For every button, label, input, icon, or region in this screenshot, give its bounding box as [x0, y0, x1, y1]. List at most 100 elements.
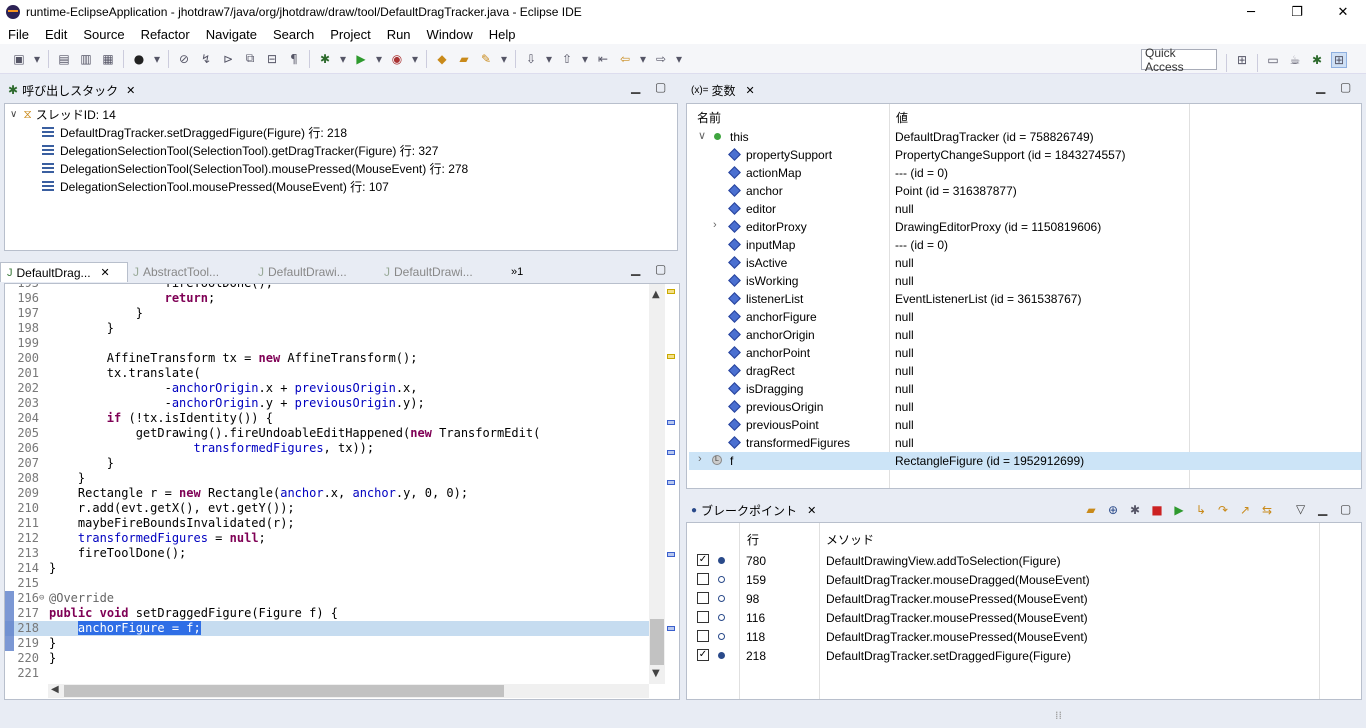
variable-row[interactable]: › editorProxy DrawingEditorProxy (id = 115…: [689, 218, 1361, 236]
next-annotation-dropdown-icon[interactable]: ▾: [545, 51, 553, 67]
overview-occurrence-marker[interactable]: [667, 450, 675, 455]
back-dropdown-icon[interactable]: ▾: [639, 51, 647, 67]
code-line[interactable]: 215: [5, 576, 649, 591]
line-number[interactable]: 200: [5, 351, 39, 366]
breakpoint-checkbox[interactable]: [697, 630, 709, 642]
variable-row[interactable]: inputMap --- (id = 0): [689, 236, 1361, 254]
scrollbar-thumb[interactable]: [64, 685, 504, 697]
line-number[interactable]: 211: [5, 516, 39, 531]
new-dropdown-icon[interactable]: ▾: [33, 51, 41, 67]
code-line[interactable]: 200 AffineTransform tx = new AffineTrans…: [5, 351, 649, 366]
variable-row[interactable]: previousOrigin null: [689, 398, 1361, 416]
step-into-icon[interactable]: ↳: [1193, 502, 1209, 518]
scrollbar-thumb[interactable]: [650, 619, 664, 665]
tab-overflow-button[interactable]: »1: [511, 262, 523, 282]
breakpoint-row[interactable]: 116 DefaultDragTracker.mousePressed(Mouse…: [689, 608, 1361, 627]
variable-row[interactable]: previousPoint null: [689, 416, 1361, 434]
breakpoint-row[interactable]: ✓ 218 DefaultDragTracker.setDraggedFigure(…: [689, 646, 1361, 665]
overview-occurrence-marker[interactable]: [667, 480, 675, 485]
close-button[interactable]: ✕: [1320, 0, 1366, 24]
line-number[interactable]: 214: [5, 561, 39, 576]
step-over-icon[interactable]: ↷: [1215, 502, 1231, 518]
print-icon[interactable]: ▦: [100, 51, 116, 67]
code-line[interactable]: 201 tx.translate(: [5, 366, 649, 381]
last-edit-icon[interactable]: ⇤: [595, 51, 611, 67]
variable-row[interactable]: propertySupport PropertyChangeSupport (id…: [689, 146, 1361, 164]
breakpoints-tab[interactable]: ● ブレークポイント ✕: [691, 500, 816, 520]
line-number[interactable]: 201: [5, 366, 39, 381]
variable-row[interactable]: transformedFigures null: [689, 434, 1361, 452]
minimize-icon[interactable]: ▁: [1316, 80, 1325, 94]
breakpoint-row[interactable]: 118 DefaultDragTracker.mousePressed(Mouse…: [689, 627, 1361, 646]
open-folder-icon[interactable]: ▰: [1083, 502, 1099, 518]
variable-row[interactable]: isDragging null: [689, 380, 1361, 398]
line-number[interactable]: 215: [5, 576, 39, 591]
scroll-left-icon[interactable]: ◀: [51, 684, 59, 695]
line-number[interactable]: 198: [5, 321, 39, 336]
line-number[interactable]: 207: [5, 456, 39, 471]
quick-access-field[interactable]: Quick Access: [1141, 46, 1217, 74]
code-line[interactable]: 206 transformedFigures, tx));: [5, 441, 649, 456]
breakpoint-checkbox[interactable]: [697, 592, 709, 604]
variable-row[interactable]: anchorPoint null: [689, 344, 1361, 362]
prev-annotation-icon[interactable]: ⇧: [559, 51, 575, 67]
code-line[interactable]: 211 maybeFireBoundsInvalidated(r);: [5, 516, 649, 531]
overview-warning-marker[interactable]: [667, 289, 675, 294]
forward-icon[interactable]: ⇨: [653, 51, 669, 67]
code-line[interactable]: 204 if (!tx.isIdentity()) {: [5, 411, 649, 426]
breakpoint-row[interactable]: 98 DefaultDragTracker.mousePressed(MouseE…: [689, 589, 1361, 608]
forward-dropdown-icon[interactable]: ▾: [675, 51, 683, 67]
close-icon[interactable]: ✕: [746, 84, 755, 97]
code-line[interactable]: 214}: [5, 561, 649, 576]
line-number[interactable]: 196: [5, 291, 39, 306]
variables-tab[interactable]: (x)= 変数 ✕: [691, 80, 755, 100]
thread-row[interactable]: ∨ ⧖ スレッドID: 14: [10, 105, 116, 123]
line-number[interactable]: 197: [5, 306, 39, 321]
view-menu-icon[interactable]: ▽: [1296, 502, 1305, 516]
code-line[interactable]: 221: [5, 666, 649, 681]
add-java-exception-icon[interactable]: ⊕: [1105, 502, 1121, 518]
line-number[interactable]: 203: [5, 396, 39, 411]
vertical-scrollbar[interactable]: ▲ ▼: [649, 284, 665, 684]
code-line[interactable]: 199: [5, 336, 649, 351]
line-number[interactable]: 210: [5, 501, 39, 516]
line-number[interactable]: 205: [5, 426, 39, 441]
variable-row[interactable]: › Lf RectangleFigure (id = 1952912699): [689, 452, 1361, 470]
resume-icon[interactable]: ▶: [1171, 502, 1187, 518]
menu-search[interactable]: Search: [265, 27, 322, 42]
code-line[interactable]: 217 public void setDraggedFigure(Figure f…: [5, 606, 649, 621]
code-line[interactable]: 219}: [5, 636, 649, 651]
line-number[interactable]: 202: [5, 381, 39, 396]
minimize-button[interactable]: ─: [1228, 0, 1274, 24]
menu-run[interactable]: Run: [379, 27, 419, 42]
editor-tab[interactable]: J DefaultDrawi...: [384, 262, 473, 282]
stack-frame[interactable]: DelegationSelectionTool.mousePressed(Mou…: [42, 177, 389, 195]
line-number[interactable]: 220: [5, 651, 39, 666]
line-number[interactable]: 208: [5, 471, 39, 486]
maximize-icon[interactable]: ▢: [655, 80, 666, 94]
variable-row[interactable]: anchorOrigin null: [689, 326, 1361, 344]
overview-occurrence-marker[interactable]: [667, 420, 675, 425]
variable-row[interactable]: ∨ this DefaultDragTracker (id = 758826749): [689, 128, 1361, 146]
callstack-tab[interactable]: ✱ 呼び出しスタック ✕: [8, 80, 135, 100]
variable-row[interactable]: actionMap --- (id = 0): [689, 164, 1361, 182]
menu-file[interactable]: File: [0, 27, 37, 42]
chevron-down-icon[interactable]: ∨: [10, 109, 17, 120]
menu-edit[interactable]: Edit: [37, 27, 75, 42]
menu-window[interactable]: Window: [419, 27, 481, 42]
menu-source[interactable]: Source: [75, 27, 132, 42]
code-line[interactable]: 205 getDrawing().fireUndoableEditHappene…: [5, 426, 649, 441]
step-icon[interactable]: ⊟: [264, 51, 280, 67]
search-dropdown-icon[interactable]: ▾: [500, 51, 508, 67]
horizontal-scrollbar[interactable]: ◀: [48, 684, 649, 698]
open-perspective-icon[interactable]: ⊞: [1234, 52, 1250, 68]
menu-project[interactable]: Project: [322, 27, 378, 42]
overview-warning-marker[interactable]: [667, 354, 675, 359]
code-line[interactable]: 202 -anchorOrigin.x + previousOrigin.x,: [5, 381, 649, 396]
line-number[interactable]: 221: [5, 666, 39, 681]
breakpoint-gutter-marker[interactable]: [5, 621, 14, 636]
close-icon[interactable]: ✕: [101, 266, 110, 279]
debug-dropdown-icon[interactable]: ▾: [339, 51, 347, 67]
line-number[interactable]: 206: [5, 441, 39, 456]
breakpoint-checkbox[interactable]: [697, 611, 709, 623]
